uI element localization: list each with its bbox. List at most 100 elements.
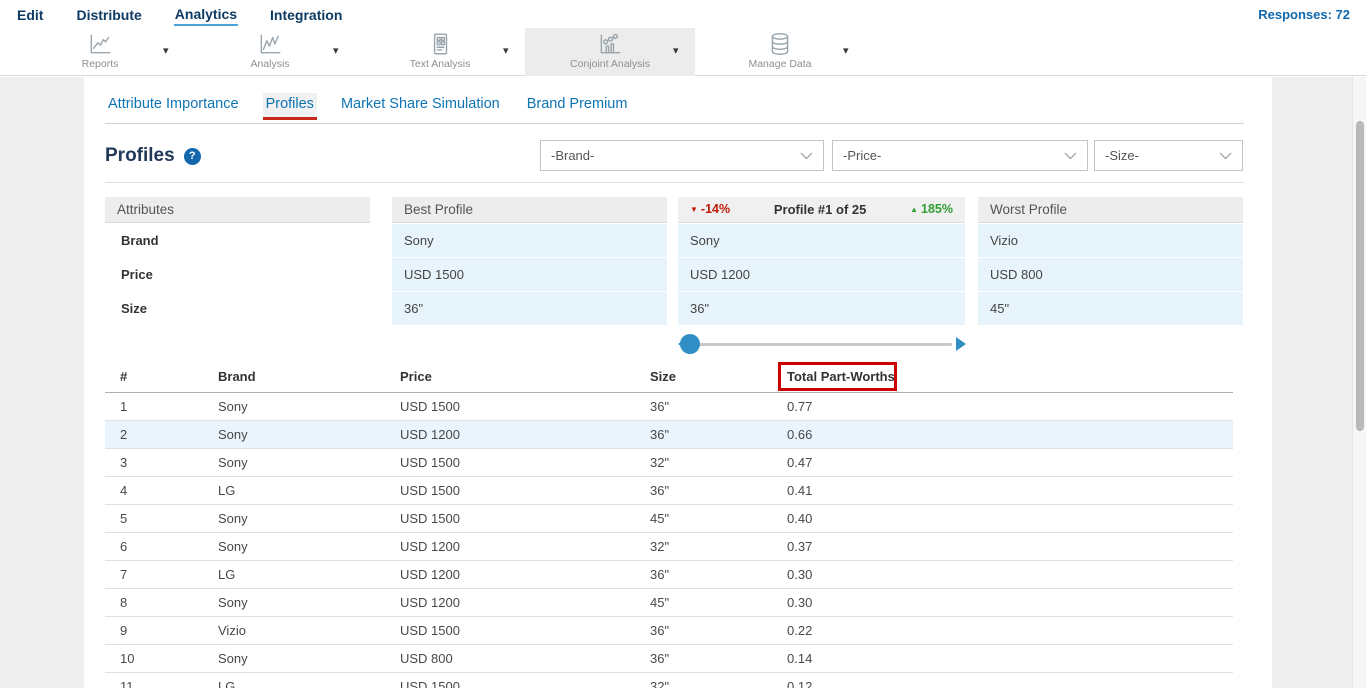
size-filter-dropdown[interactable]: -Size- <box>1094 140 1243 171</box>
nav-item-integration[interactable]: Integration <box>269 4 343 25</box>
slider-handle[interactable] <box>680 334 700 354</box>
table-row[interactable]: 2SonyUSD 120036"0.66 <box>105 420 1233 448</box>
toolbar-dropdown-caret-icon[interactable]: ▾ <box>333 44 339 57</box>
vertical-scrollbar[interactable] <box>1352 77 1366 688</box>
price-filter-dropdown[interactable]: -Price- <box>832 140 1088 171</box>
subtab-market-share-simulation[interactable]: Market Share Simulation <box>338 93 503 120</box>
help-icon[interactable]: ? <box>184 148 201 165</box>
increase-indicator: ▲185% <box>910 196 953 223</box>
attributes-column: Attributes BrandPriceSize <box>105 197 370 325</box>
table-row[interactable]: 6SonyUSD 120032"0.37 <box>105 532 1233 560</box>
subtab-divider <box>105 123 1244 124</box>
toolbar-dropdown-caret-icon[interactable]: ▾ <box>673 44 679 57</box>
profile-slider[interactable] <box>678 332 968 356</box>
table-cell: Sony <box>218 532 400 560</box>
analysis-chart-icon <box>205 31 335 57</box>
table-cell: USD 1500 <box>400 616 650 644</box>
subtab-profiles[interactable]: Profiles <box>263 93 317 120</box>
table-cell: Sony <box>218 504 400 532</box>
current-profile-title: Profile #1 of 25 <box>774 197 866 223</box>
table-cell: USD 1500 <box>400 392 650 420</box>
table-row[interactable]: 10SonyUSD 80036"0.14 <box>105 644 1233 672</box>
table-cell: 7 <box>105 560 218 588</box>
table-cell: 0.40 <box>787 504 1233 532</box>
nav-item-distribute[interactable]: Distribute <box>75 4 142 25</box>
table-cell: 0.14 <box>787 644 1233 672</box>
toolbar-dropdown-caret-icon[interactable]: ▾ <box>843 44 849 57</box>
attribute-label-price: Price <box>105 258 370 291</box>
table-cell: 0.47 <box>787 448 1233 476</box>
table-cell: 36" <box>650 644 787 672</box>
table-cell: 1 <box>105 392 218 420</box>
table-cell: 4 <box>105 476 218 504</box>
brand-filter-value: -Brand- <box>551 148 594 163</box>
best-profile-value: 36" <box>392 292 667 325</box>
top-nav-items: Edit Distribute Analytics Integration <box>16 3 343 26</box>
toolbar-item-reports[interactable]: Reports <box>35 31 165 70</box>
toolbar-dropdown-caret-icon[interactable]: ▾ <box>163 44 169 57</box>
table-cell: 36" <box>650 476 787 504</box>
chevron-down-icon <box>800 152 813 160</box>
subtab-brand-premium[interactable]: Brand Premium <box>524 93 631 120</box>
table-row[interactable]: 3SonyUSD 150032"0.47 <box>105 448 1233 476</box>
worst-profile-value: Vizio <box>978 224 1243 257</box>
table-cell: Sony <box>218 644 400 672</box>
table-row[interactable]: 9VizioUSD 150036"0.22 <box>105 616 1233 644</box>
table-cell: 3 <box>105 448 218 476</box>
table-row[interactable]: 11LGUSD 150032"0.12 <box>105 672 1233 688</box>
worst-profile-value: 45" <box>978 292 1243 325</box>
slider-track[interactable] <box>688 343 952 346</box>
current-profile-column: ▼-14% Profile #1 of 25 ▲185% SonyUSD 120… <box>678 197 965 325</box>
table-cell: Sony <box>218 588 400 616</box>
table-cell: 36" <box>650 392 787 420</box>
database-icon <box>715 31 845 57</box>
current-profile-header: ▼-14% Profile #1 of 25 ▲185% <box>678 197 965 223</box>
table-row[interactable]: 7LGUSD 120036"0.30 <box>105 560 1233 588</box>
title-row: Profiles ? <box>105 145 201 167</box>
table-row[interactable]: 1SonyUSD 150036"0.77 <box>105 392 1233 420</box>
table-cell: 32" <box>650 532 787 560</box>
table-row[interactable]: 4LGUSD 150036"0.41 <box>105 476 1233 504</box>
table-cell: 36" <box>650 616 787 644</box>
table-column-: # <box>105 362 218 392</box>
table-cell: 0.37 <box>787 532 1233 560</box>
toolbar-dropdown-caret-icon[interactable]: ▾ <box>503 44 509 57</box>
brand-filter-dropdown[interactable]: -Brand- <box>540 140 824 171</box>
reports-chart-icon <box>35 31 165 57</box>
table-cell: LG <box>218 672 400 688</box>
worst-profile-column: Worst Profile VizioUSD 80045" <box>978 197 1243 325</box>
best-profile-value: Sony <box>392 224 667 257</box>
table-cell: 32" <box>650 448 787 476</box>
current-profile-value: Sony <box>678 224 965 257</box>
table-cell: 0.30 <box>787 588 1233 616</box>
table-cell: 2 <box>105 420 218 448</box>
table-cell: USD 1200 <box>400 588 650 616</box>
scrollbar-thumb[interactable] <box>1356 121 1364 431</box>
table-cell: 8 <box>105 588 218 616</box>
table-cell: Sony <box>218 448 400 476</box>
worst-profile-value: USD 800 <box>978 258 1243 291</box>
table-row[interactable]: 8SonyUSD 120045"0.30 <box>105 588 1233 616</box>
table-cell: 5 <box>105 504 218 532</box>
table-cell: USD 1200 <box>400 420 650 448</box>
nav-item-edit[interactable]: Edit <box>16 4 44 25</box>
table-column-price: Price <box>400 362 650 392</box>
toolbar-item-text-analysis[interactable]: Text Analysis <box>375 31 505 70</box>
table-cell: LG <box>218 476 400 504</box>
part-worths-table: #BrandPriceSizeTotal Part-Worths 1SonyUS… <box>105 362 1233 688</box>
table-cell: USD 1500 <box>400 476 650 504</box>
toolbar-item-label: Analysis <box>205 58 335 70</box>
subtab-attribute-importance[interactable]: Attribute Importance <box>105 93 242 120</box>
top-nav: Edit Distribute Analytics Integration Respo… <box>0 0 1366 28</box>
nav-item-analytics[interactable]: Analytics <box>174 3 238 26</box>
table-cell: 45" <box>650 504 787 532</box>
toolbar-item-manage-data[interactable]: Manage Data <box>715 31 845 70</box>
toolbar-item-conjoint-analysis[interactable]: Conjoint Analysis <box>545 31 675 70</box>
responses-count: Responses: 72 <box>1258 7 1350 22</box>
table-cell: 36" <box>650 560 787 588</box>
toolbar-item-analysis[interactable]: Analysis <box>205 31 335 70</box>
table-row[interactable]: 5SonyUSD 150045"0.40 <box>105 504 1233 532</box>
best-profile-header: Best Profile <box>392 197 667 223</box>
slider-next-icon[interactable] <box>956 337 966 351</box>
section-divider <box>105 182 1244 183</box>
